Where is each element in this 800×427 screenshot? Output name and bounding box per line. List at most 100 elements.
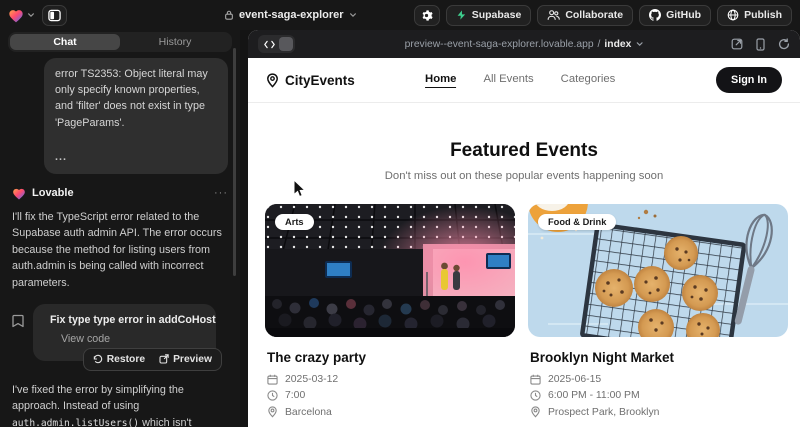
event-location: Barcelona: [285, 407, 332, 418]
calendar-icon: [267, 374, 278, 385]
github-icon: [649, 9, 661, 21]
section-title: Featured Events: [248, 140, 800, 162]
external-link-icon: [731, 38, 743, 50]
fix-card-title: Fix type type error in addCoHost: [50, 314, 216, 326]
user-error-text: error TS2353: Object literal may only sp…: [55, 66, 217, 131]
mobile-view-button[interactable]: [756, 38, 765, 51]
people-icon: [547, 9, 560, 21]
event-title[interactable]: The crazy party: [267, 350, 513, 365]
supabase-bolt-icon: [456, 9, 467, 21]
restore-label: Restore: [107, 354, 145, 365]
lock-icon: [224, 9, 234, 21]
event-title[interactable]: Brooklyn Night Market: [530, 350, 786, 365]
url-host: preview--event-saga-explorer.lovable.app: [405, 39, 594, 50]
lovable-logo-menu[interactable]: [8, 8, 35, 23]
map-pin-icon: [267, 406, 278, 418]
lovable-topbar: event-saga-explorer Supabase Collaborate…: [0, 0, 800, 30]
lovable-heart-icon: [8, 8, 24, 23]
preview-version-button[interactable]: Preview: [152, 351, 219, 368]
open-in-new-tab-button[interactable]: [731, 38, 743, 50]
tab-history[interactable]: History: [120, 34, 230, 50]
gear-icon: [420, 9, 433, 22]
map-pin-icon: [530, 406, 541, 418]
restore-button[interactable]: Restore: [86, 351, 152, 368]
smartphone-icon: [756, 38, 765, 51]
category-badge[interactable]: Arts: [275, 214, 314, 230]
settings-button[interactable]: [414, 5, 440, 26]
nav-categories[interactable]: Categories: [561, 73, 616, 88]
tab-chat[interactable]: Chat: [10, 34, 120, 50]
chat-messages[interactable]: error TS2353: Object literal may only sp…: [0, 52, 240, 427]
refresh-button[interactable]: [778, 38, 790, 50]
nav-all-events[interactable]: All Events: [483, 73, 533, 88]
preview-mode-indicator: [279, 37, 293, 51]
view-code-link[interactable]: View code: [61, 333, 205, 345]
project-name: event-saga-explorer: [239, 9, 344, 21]
supabase-label: Supabase: [472, 9, 522, 21]
restore-icon: [93, 354, 103, 364]
user-message-bubble: error TS2353: Object literal may only sp…: [44, 58, 228, 174]
calendar-icon: [530, 374, 541, 385]
site-nav: Home All Events Categories: [425, 73, 615, 88]
collaborate-label: Collaborate: [565, 9, 623, 21]
panel-left-icon: [48, 9, 61, 22]
event-time: 7:00: [285, 390, 305, 401]
refresh-icon: [778, 38, 790, 50]
project-switcher[interactable]: event-saga-explorer: [224, 0, 357, 30]
site-header: CityEvents Home All Events Categories Si…: [248, 58, 800, 103]
clock-icon: [267, 390, 278, 401]
message-menu-icon[interactable]: ···: [214, 187, 228, 199]
event-image-conference: Arts: [265, 204, 515, 337]
event-date: 2025-06-15: [548, 374, 601, 385]
publish-button[interactable]: Publish: [717, 5, 792, 26]
restore-preview-toolbar: Restore Preview: [83, 348, 222, 371]
lovable-heart-icon: [12, 187, 26, 200]
summary-text: I've fixed the error by simplifying the …: [12, 384, 184, 412]
event-image-cookies: Food & Drink: [528, 204, 788, 337]
sidebar-toggle-button[interactable]: [42, 5, 67, 26]
section-subtitle: Don't miss out on these popular events h…: [248, 170, 800, 182]
assistant-message: Lovable ··· I'll fix the TypeScript erro…: [12, 187, 228, 427]
github-button[interactable]: GitHub: [639, 5, 711, 26]
collaborate-button[interactable]: Collaborate: [537, 5, 633, 26]
chat-history-tabs: Chat History: [8, 32, 232, 52]
category-badge[interactable]: Food & Drink: [538, 214, 616, 230]
event-time: 6:00 PM - 11:00 PM: [548, 390, 640, 401]
external-link-icon: [159, 354, 169, 364]
globe-icon: [727, 9, 739, 21]
event-card[interactable]: Arts The crazy party 2025-03-12 7:00 Bar…: [265, 204, 515, 418]
github-label: GitHub: [666, 9, 701, 21]
chevron-down-icon: [27, 11, 35, 19]
event-location: Prospect Park, Brooklyn: [548, 407, 659, 418]
event-card[interactable]: Food & Drink Brooklyn Night Market 2025-…: [528, 204, 788, 418]
preview-label: Preview: [173, 354, 212, 365]
site-brand-name: CityEvents: [285, 73, 355, 88]
sign-in-button[interactable]: Sign In: [716, 67, 782, 93]
cityevents-app: CityEvents Home All Events Categories Si…: [248, 58, 800, 427]
code-change-card[interactable]: Fix type type error in addCoHost View co…: [33, 304, 216, 361]
nav-home[interactable]: Home: [425, 73, 456, 88]
assistant-name: Lovable: [32, 187, 74, 199]
url-separator: /: [598, 39, 601, 50]
url-page: index: [604, 39, 631, 50]
chat-sidebar: Chat History error TS2353: Object litera…: [0, 30, 240, 427]
publish-label: Publish: [744, 9, 782, 21]
map-pin-icon: [266, 73, 279, 88]
clock-icon: [530, 390, 541, 401]
inline-code: auth.admin.listUsers(): [12, 418, 139, 427]
preview-url[interactable]: preview--event-saga-explorer.lovable.app…: [405, 39, 644, 50]
supabase-button[interactable]: Supabase: [446, 5, 532, 26]
code-preview-toggle[interactable]: [258, 35, 295, 53]
assistant-intro-text: I'll fix the TypeScript error related to…: [12, 209, 228, 291]
chevron-down-icon: [349, 11, 357, 19]
event-cards: Arts The crazy party 2025-03-12 7:00 Bar…: [248, 182, 800, 418]
site-logo[interactable]: CityEvents: [266, 73, 355, 88]
chevron-down-icon: [635, 40, 643, 48]
bookmark-icon[interactable]: [12, 314, 24, 328]
sidebar-scrollbar[interactable]: [233, 48, 236, 276]
assistant-summary-text: I've fixed the error by simplifying the …: [12, 382, 228, 427]
featured-section-header: Featured Events Don't miss out on these …: [248, 140, 800, 182]
code-icon: [264, 40, 275, 49]
preview-toolbar: preview--event-saga-explorer.lovable.app…: [248, 30, 800, 58]
preview-panel: preview--event-saga-explorer.lovable.app…: [248, 30, 800, 427]
